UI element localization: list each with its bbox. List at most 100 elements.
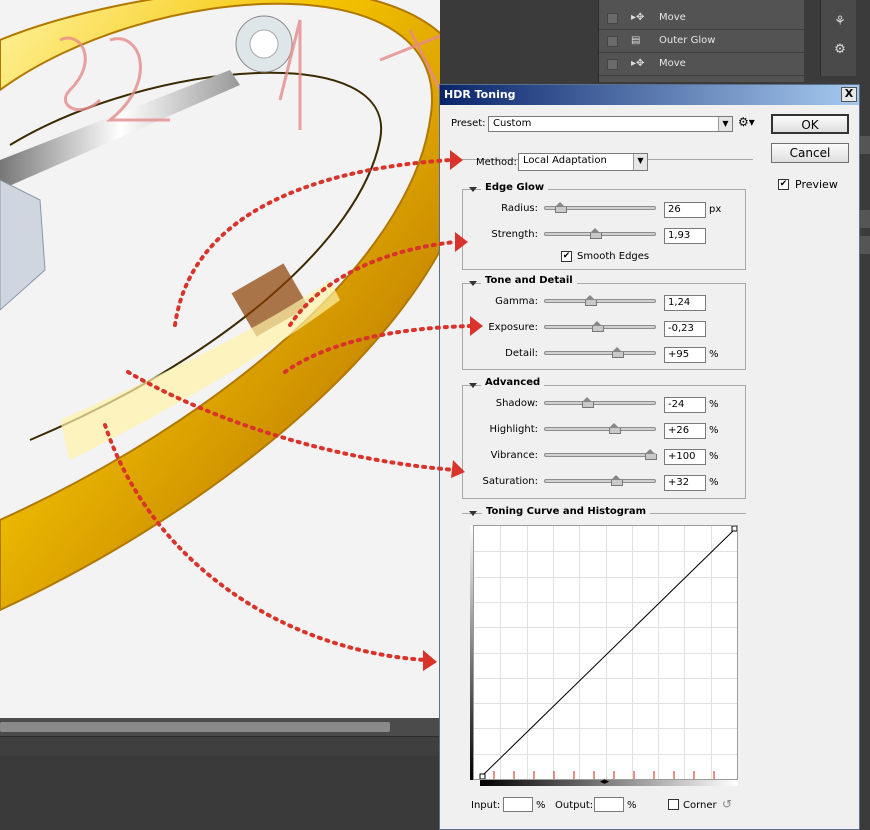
vibrance-field[interactable]: +100 [664, 449, 706, 465]
saturation-slider-thumb[interactable] [611, 475, 623, 486]
shadow-slider-thumb[interactable] [582, 397, 594, 408]
corner-checkbox[interactable] [668, 799, 679, 810]
method-value: Local Adaptation [523, 155, 607, 166]
history-item-label: Move [659, 12, 686, 23]
vibrance-unit: % [709, 451, 719, 462]
curve-point-top[interactable] [731, 526, 737, 532]
collapse-triangle-icon[interactable] [469, 187, 477, 192]
collapse-triangle-icon[interactable] [469, 281, 477, 286]
document-icon: ▤ [631, 35, 641, 46]
shadow-label: Shadow: [495, 398, 538, 409]
document-canvas[interactable] [0, 0, 440, 718]
gamma-field[interactable]: 1,24 [664, 295, 706, 311]
adjustments-icon[interactable]: ⚙ [829, 40, 851, 60]
history-item[interactable]: ▤ Outer Glow [599, 30, 805, 53]
advanced-title: Advanced [481, 377, 545, 388]
method-select[interactable]: Local Adaptation ▼ [518, 153, 648, 171]
preset-label: Preset: [451, 118, 486, 129]
edge-glow-title: Edge Glow [481, 182, 549, 193]
radius-slider[interactable] [544, 202, 656, 213]
side-panel-tab[interactable] [860, 136, 870, 154]
cancel-button[interactable]: Cancel [771, 143, 849, 163]
toning-curve-graph[interactable] [473, 525, 738, 780]
history-checkbox[interactable] [607, 59, 618, 70]
detail-slider[interactable] [544, 347, 656, 358]
smooth-edges-checkbox[interactable]: ✔ [561, 251, 572, 262]
collapse-triangle-icon[interactable] [469, 383, 477, 388]
exposure-label: Exposure: [488, 322, 538, 333]
scrollbar-thumb[interactable] [0, 722, 390, 732]
ok-button[interactable]: OK [771, 114, 849, 134]
input-unit: % [536, 800, 546, 811]
corner-label: Corner [683, 800, 717, 811]
shadow-unit: % [709, 399, 719, 410]
saturation-slider[interactable] [544, 475, 656, 486]
curve-line [479, 526, 737, 779]
radius-unit: px [709, 204, 722, 215]
preset-options-gear-icon[interactable]: ⚙▾ [738, 115, 755, 129]
highlight-field[interactable]: +26 [664, 423, 706, 439]
toning-curve-title: Toning Curve and Histogram [482, 506, 651, 517]
vibrance-slider[interactable] [544, 449, 657, 460]
preset-value: Custom [493, 118, 532, 129]
gamma-label: Gamma: [495, 296, 538, 307]
saturation-field[interactable]: +32 [664, 475, 706, 491]
move-icon: ▸✥ [631, 12, 645, 23]
preview-label: Preview [795, 178, 838, 191]
history-item[interactable]: ▸✥ Move [599, 53, 805, 76]
close-button[interactable]: X [841, 87, 857, 102]
dialog-titlebar[interactable]: HDR Toning X [440, 85, 859, 105]
detail-label: Detail: [505, 348, 538, 359]
highlight-slider[interactable] [544, 423, 656, 434]
chevron-down-icon: ▼ [633, 154, 647, 170]
shadow-field[interactable]: -24 [664, 397, 706, 413]
detail-unit: % [709, 349, 719, 360]
radius-slider-thumb[interactable] [555, 202, 567, 213]
vibrance-slider-thumb[interactable] [645, 449, 657, 460]
gamma-slider-thumb[interactable] [585, 295, 597, 306]
radius-label: Radius: [501, 203, 538, 214]
shadow-slider[interactable] [544, 397, 656, 408]
method-label: Method: [476, 157, 517, 168]
highlight-unit: % [709, 425, 719, 436]
strength-slider-thumb[interactable] [590, 228, 602, 239]
curve-point-bottom[interactable] [479, 773, 486, 779]
gold-ring-image [0, 0, 440, 612]
output-field[interactable] [594, 797, 624, 812]
histogram-slider-icon[interactable]: ◂▸ [600, 777, 609, 787]
exposure-field[interactable]: -0,23 [664, 321, 706, 337]
history-panel: ▸✥ Move ▤ Outer Glow ▸✥ Move [598, 0, 805, 82]
exposure-slider-thumb[interactable] [592, 321, 604, 332]
chevron-down-icon: ▼ [718, 117, 732, 131]
detail-slider-thumb[interactable] [612, 347, 624, 358]
output-unit: % [627, 800, 637, 811]
highlight-slider-thumb[interactable] [609, 423, 621, 434]
side-panel-tab[interactable] [860, 236, 870, 254]
history-item-label: Outer Glow [659, 35, 716, 46]
move-icon: ▸✥ [631, 58, 645, 69]
vibrance-label: Vibrance: [490, 450, 538, 461]
detail-field[interactable]: +95 [664, 347, 706, 363]
history-checkbox[interactable] [607, 36, 618, 47]
smooth-edges-label: Smooth Edges [577, 251, 650, 262]
side-panel-tab[interactable] [860, 210, 870, 228]
gamma-slider[interactable] [544, 295, 656, 306]
history-item-label: Move [659, 58, 686, 69]
preview-checkbox[interactable]: ✔ [778, 179, 789, 190]
preset-select[interactable]: Custom ▼ [488, 116, 733, 132]
brush-presets-icon[interactable]: ⚘ [829, 12, 851, 32]
collapse-triangle-icon[interactable] [469, 511, 477, 516]
history-checkbox[interactable] [607, 13, 618, 24]
strength-label: Strength: [491, 229, 538, 240]
radius-field[interactable]: 26 [664, 202, 706, 218]
status-strip [0, 736, 440, 756]
input-field[interactable] [503, 797, 533, 812]
strength-slider[interactable] [544, 228, 656, 239]
reset-curve-icon[interactable]: ↺ [722, 797, 732, 811]
horizontal-scrollbar[interactable] [0, 718, 440, 736]
strength-field[interactable]: 1,93 [664, 228, 706, 244]
history-item[interactable]: ▸✥ Move [599, 7, 805, 30]
dialog-title: HDR Toning [444, 88, 516, 101]
tone-detail-title: Tone and Detail [481, 275, 577, 286]
exposure-slider[interactable] [544, 321, 656, 332]
